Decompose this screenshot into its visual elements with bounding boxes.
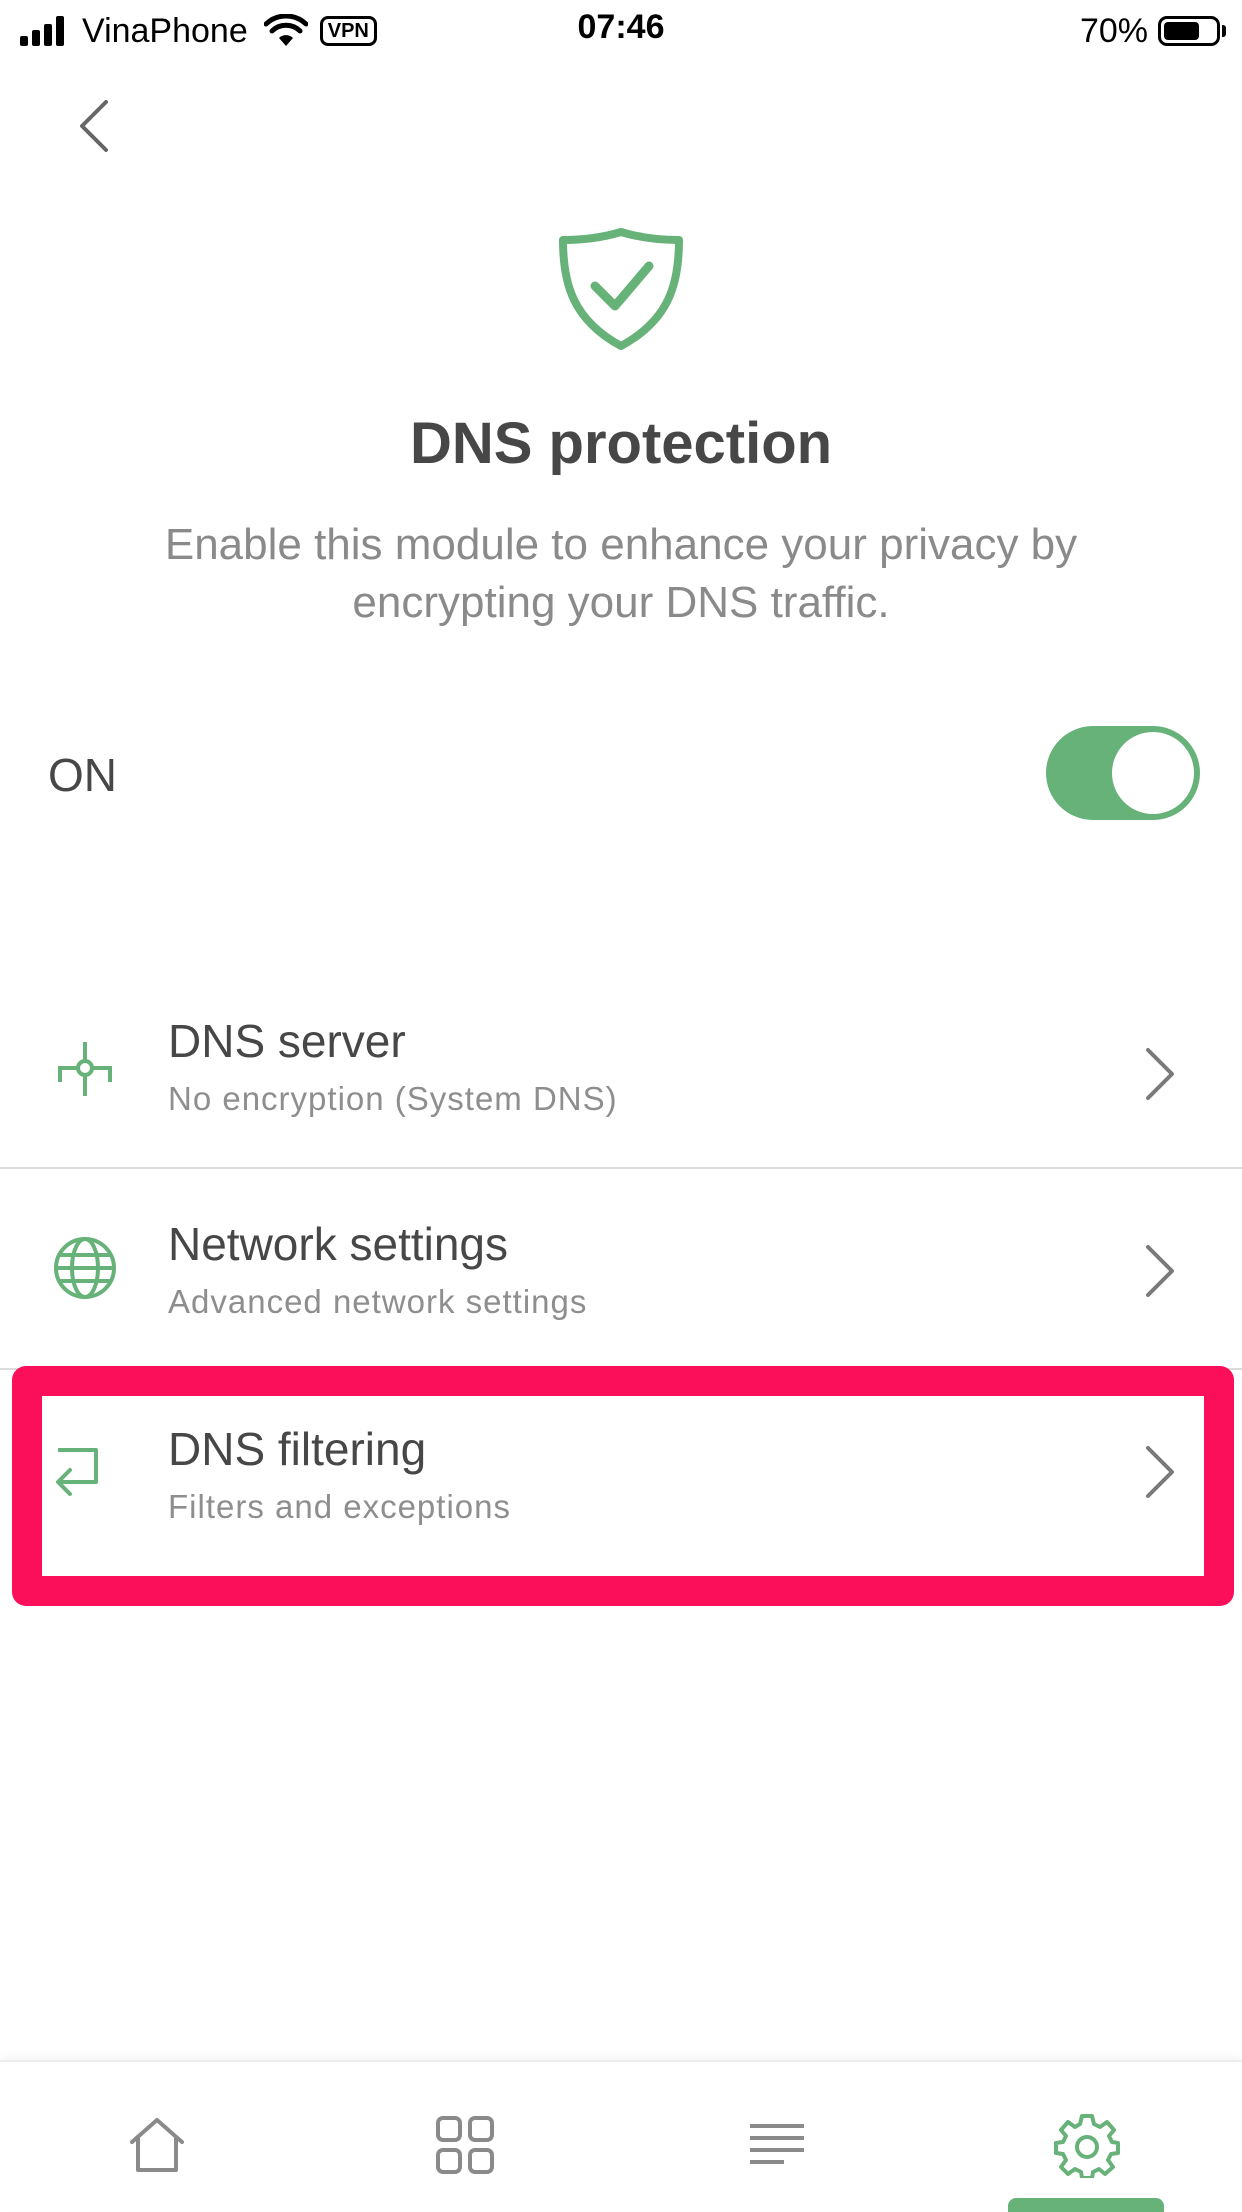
page-description: Enable this module to enhance your priva…	[164, 520, 1078, 627]
dns-protection-toggle[interactable]	[1046, 726, 1200, 820]
page-title: DNS protection	[409, 411, 833, 476]
list-item-title: DNS server	[168, 1015, 406, 1067]
return-arrow-icon	[56, 1448, 98, 1496]
chevron-right-icon	[1146, 1446, 1174, 1498]
status-time: 07:46	[577, 8, 665, 46]
grid-icon[interactable]	[432, 2112, 498, 2178]
chevron-right-icon	[1146, 1245, 1174, 1297]
dns-server-icon	[58, 1042, 112, 1096]
status-bar-right: 70%	[1080, 10, 1226, 52]
status-bar: VinaPhone VPN 07:46 70%	[0, 0, 1242, 62]
toggle-label: ON	[48, 749, 117, 801]
gear-icon[interactable]	[1054, 2112, 1120, 2178]
list-item-subtitle: No encryption (System DNS)	[168, 1080, 618, 1117]
back-button[interactable]	[66, 96, 126, 156]
battery-tip	[1222, 25, 1226, 37]
active-tab-indicator	[1008, 2198, 1164, 2212]
divider	[0, 1368, 1242, 1370]
battery-percent: 70%	[1079, 11, 1148, 50]
battery-fill	[1164, 22, 1200, 40]
bottom-tab-bar	[0, 2060, 1242, 2212]
list-item-title: Network settings	[168, 1218, 509, 1270]
shield-check-icon	[559, 228, 683, 350]
list-item-title: DNS filtering	[168, 1423, 427, 1475]
activity-list-icon[interactable]	[744, 2112, 810, 2178]
battery-icon	[1158, 16, 1220, 46]
list-item-dns-filtering[interactable]: DNS filtering Filters and exceptions	[0, 1396, 1242, 1576]
globe-icon	[54, 1237, 116, 1299]
list-item-network-settings[interactable]: Network settings Advanced network settin…	[0, 1169, 1242, 1367]
chevron-right-icon	[1146, 1048, 1174, 1100]
home-icon[interactable]	[124, 2112, 190, 2178]
list-item-subtitle: Filters and exceptions	[168, 1488, 511, 1525]
toggle-knob	[1112, 732, 1194, 814]
list-item-dns-server[interactable]: DNS server No encryption (System DNS)	[0, 1000, 1242, 1166]
list-item-subtitle: Advanced network settings	[168, 1283, 588, 1320]
